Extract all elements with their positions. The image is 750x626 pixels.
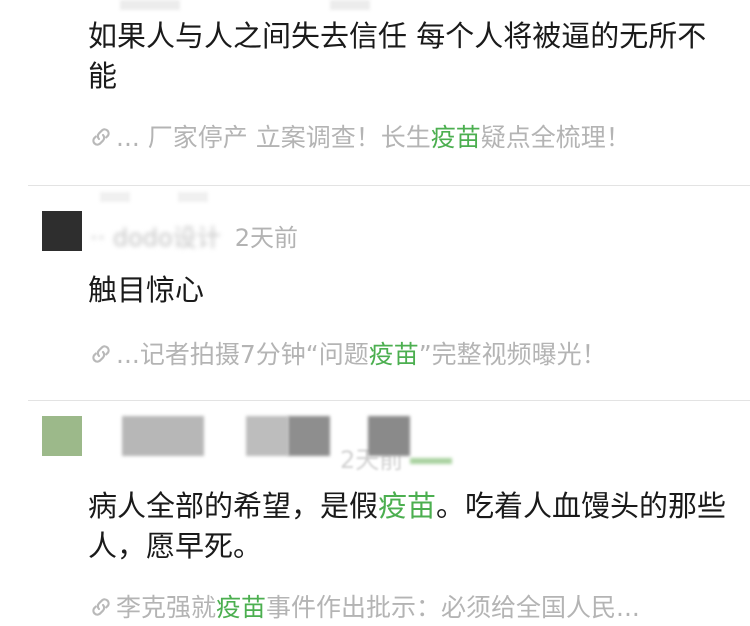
link-chain-icon [88,341,114,367]
content-text-before: 病人全部的希望，是假 [88,489,379,523]
redacted-header [410,458,452,464]
redacted-header [288,416,330,456]
link-keyword: 疫苗 [430,123,481,152]
comment-divider [28,185,750,186]
link-text-before: ... 厂家停产 立案调查！长生 [116,123,431,152]
comment-content: 如果人与人之间失去信任 每个人将被逼的无所不能 [88,19,707,93]
article-link[interactable]: ... 厂家停产 立案调查！长生疫苗疑点全梳理！ [88,118,631,154]
link-text-before: ...记者拍摄7分钟“问题 [116,340,369,369]
redacted-header [330,0,370,10]
redacted-header [120,0,180,10]
comment-content: 触目惊心 [88,273,205,307]
link-chain-icon [88,594,114,620]
author-name[interactable]: ·· dodo设计 [90,224,221,252]
redacted-header [368,416,410,456]
link-keyword: 疫苗 [368,340,419,369]
article-link[interactable]: 李克强就疫苗事件作出批示：必须给全国人民... [88,588,640,624]
comment-divider [28,400,750,401]
avatar[interactable] [42,416,82,456]
link-text-after: 事件作出批示：必须给全国人民... [266,593,640,622]
redacted-header [100,192,130,202]
redacted-header [178,192,208,202]
redacted-header [246,416,288,456]
link-text-before: 李克强就 [116,593,217,622]
link-chain-icon [88,124,114,150]
redacted-header [122,416,204,456]
link-text-after: 疑点全梳理！ [480,123,631,152]
comment-content: 病人全部的希望，是假疫苗。吃着人血馒头的那些人，愿早死。 [88,486,728,566]
article-link[interactable]: ...记者拍摄7分钟“问题疫苗”完整视频曝光！ [88,335,607,371]
content-keyword: 疫苗 [378,489,437,523]
comment-meta: ·· dodo设计 2天前 [90,218,298,253]
link-keyword: 疫苗 [216,593,267,622]
link-text-after: ”完整视频曝光！ [418,340,607,369]
comment-time: 2天前 [234,224,299,252]
avatar[interactable] [42,211,82,251]
